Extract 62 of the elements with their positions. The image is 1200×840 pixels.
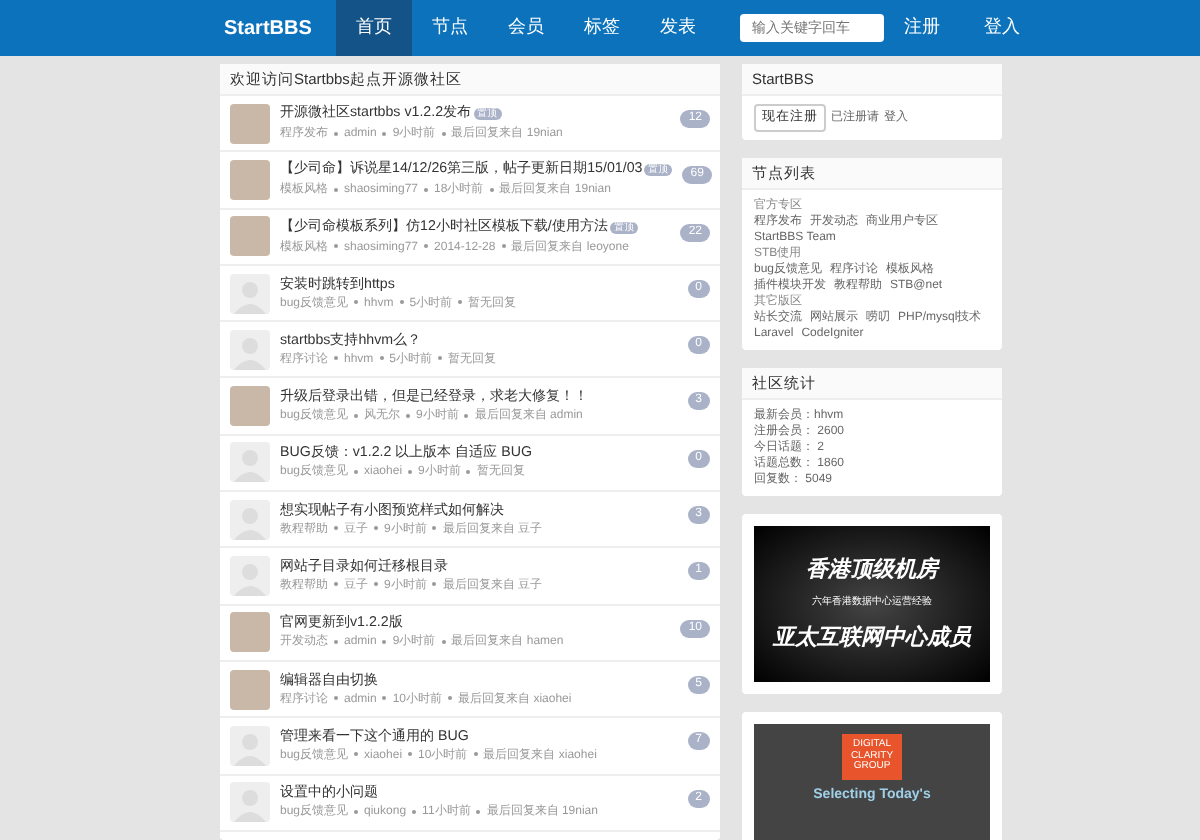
avatar-icon[interactable] xyxy=(230,556,270,597)
avatar-photo[interactable] xyxy=(230,103,270,144)
separator-dot xyxy=(406,413,411,418)
separator-dot xyxy=(399,299,404,304)
separator-dot xyxy=(438,356,443,361)
separator-dot xyxy=(379,356,384,361)
separator-dot xyxy=(458,299,463,304)
separator-dot xyxy=(441,639,446,644)
separator-dot xyxy=(334,696,338,701)
separator-dot xyxy=(464,413,469,418)
avatar-photo[interactable] xyxy=(230,386,270,427)
separator-dot xyxy=(334,187,338,192)
separator-dot xyxy=(489,187,494,192)
separator-dot xyxy=(412,809,417,814)
separator-dot xyxy=(354,752,359,757)
separator-dot xyxy=(382,639,387,644)
brand-logo[interactable]: StartBBS xyxy=(224,0,312,56)
nav-link[interactable]: 登入 xyxy=(963,0,1040,56)
separator-dot xyxy=(501,244,506,249)
separator-dot xyxy=(466,469,471,474)
avatar-photo[interactable] xyxy=(230,159,270,200)
separator-dot xyxy=(354,809,359,814)
separator-dot xyxy=(473,752,478,757)
avatar-icon[interactable] xyxy=(230,273,270,314)
ad-text: 亚太互联网中心成员 xyxy=(773,623,971,654)
nav-tab[interactable]: 首页 xyxy=(335,0,412,56)
separator-dot xyxy=(334,131,338,136)
separator-dot xyxy=(334,244,338,249)
separator-dot xyxy=(432,582,437,587)
ad-text: 香港顶级机房 xyxy=(806,555,938,586)
avatar-icon[interactable] xyxy=(230,782,270,823)
separator-dot xyxy=(382,696,387,701)
avatar-icon[interactable] xyxy=(230,499,270,540)
separator-dot xyxy=(334,356,338,361)
separator-dot xyxy=(424,187,429,192)
nav-tab[interactable]: 会员 xyxy=(487,0,564,56)
separator-dot xyxy=(354,469,359,474)
separator-dot xyxy=(408,752,413,757)
separator-dot xyxy=(334,526,338,531)
separator-dot xyxy=(408,469,413,474)
nav-tab[interactable]: 标签 xyxy=(563,0,640,56)
avatar-photo[interactable] xyxy=(230,612,270,653)
separator-dot xyxy=(441,131,446,136)
separator-dot xyxy=(334,639,338,644)
avatar-icon[interactable] xyxy=(230,725,270,766)
separator-dot xyxy=(424,244,429,249)
avatar-photo[interactable] xyxy=(230,669,270,710)
nav-tab[interactable]: 发表 xyxy=(639,0,716,56)
separator-dot xyxy=(334,582,338,587)
separator-dot xyxy=(374,582,378,587)
separator-dot xyxy=(374,526,378,531)
separator-dot xyxy=(354,299,359,304)
separator-dot xyxy=(382,131,387,136)
separator-dot xyxy=(354,413,359,418)
separator-dot xyxy=(448,696,453,701)
nav-tab[interactable]: 节点 xyxy=(411,0,488,56)
separator-dot xyxy=(476,809,481,814)
nav-link[interactable]: 注册 xyxy=(883,0,960,56)
separator-dot xyxy=(432,526,437,531)
avatar-icon[interactable] xyxy=(230,442,270,483)
avatar-photo[interactable] xyxy=(230,216,270,257)
avatar-icon[interactable] xyxy=(230,329,270,370)
